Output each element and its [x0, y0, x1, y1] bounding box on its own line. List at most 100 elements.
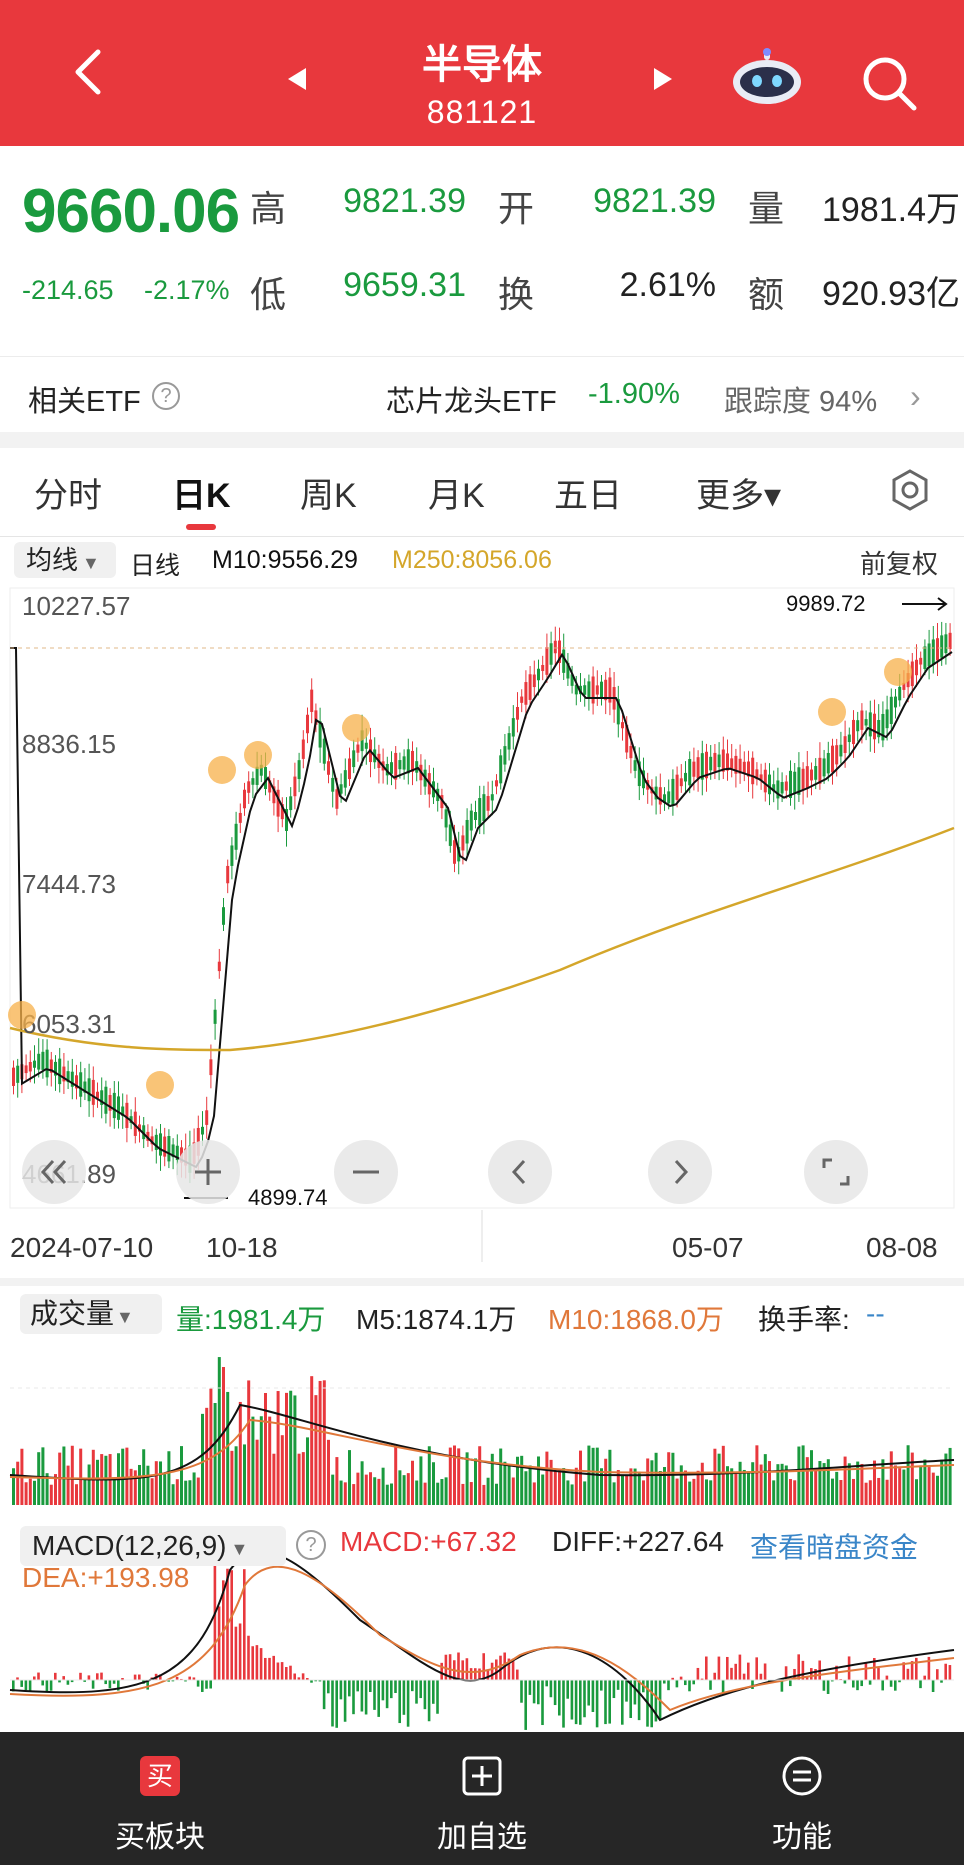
- adjust-mode[interactable]: 前复权: [860, 544, 938, 581]
- volume-bar: [348, 1450, 351, 1505]
- volume-bar: [637, 1471, 641, 1505]
- candle-body: [940, 635, 944, 658]
- macd-bar: [545, 1680, 548, 1687]
- help-icon[interactable]: ?: [296, 1530, 326, 1560]
- volume-m5: M5:1874.1万: [356, 1304, 517, 1335]
- macd-bar: [520, 1680, 523, 1703]
- functions-button[interactable]: 功能: [702, 1732, 902, 1865]
- volume-bar: [285, 1392, 288, 1505]
- volume-bar: [860, 1463, 864, 1505]
- volume-bar: [772, 1480, 776, 1505]
- macd-bar: [201, 1680, 204, 1692]
- candle-body: [847, 734, 851, 743]
- tab-monthly-k[interactable]: 月K: [428, 468, 485, 517]
- tab-intraday[interactable]: 分时: [34, 468, 102, 517]
- scroll-left-fast-button[interactable]: [22, 1140, 86, 1204]
- volume-bar: [646, 1458, 650, 1505]
- robot-icon[interactable]: [730, 48, 804, 108]
- fullscreen-button[interactable]: [804, 1140, 868, 1204]
- macd-bar: [398, 1680, 401, 1724]
- volume-bar: [507, 1465, 511, 1505]
- search-icon[interactable]: [858, 52, 920, 114]
- candle-body: [810, 769, 813, 781]
- volume-bar: [650, 1460, 654, 1505]
- etf-name[interactable]: 芯片龙头ETF: [386, 378, 557, 420]
- candle-body: [117, 1096, 120, 1120]
- macd-bar: [868, 1680, 872, 1685]
- tab-daily-k[interactable]: 日K: [172, 468, 231, 517]
- macd-selector[interactable]: MACD(12,26,9) ▼: [20, 1526, 286, 1566]
- macd-bar: [549, 1680, 553, 1698]
- macd-bar: [852, 1680, 855, 1688]
- candle-body: [894, 696, 897, 708]
- candle-body: [709, 756, 713, 771]
- settings-icon[interactable]: [888, 468, 932, 512]
- ma250-value: M250:8056.06: [392, 546, 552, 574]
- zoom-out-button[interactable]: [334, 1140, 398, 1204]
- high-price-marker: 9989.72: [786, 591, 866, 616]
- volume-bar: [759, 1464, 763, 1505]
- volume-bar: [415, 1480, 419, 1505]
- candle-body: [587, 681, 591, 699]
- dark-pool-link[interactable]: 查看暗盘资金: [750, 1526, 918, 1566]
- help-icon[interactable]: ?: [152, 382, 180, 410]
- volume-bar: [625, 1474, 629, 1505]
- macd-bar: [595, 1680, 599, 1728]
- volume-bar: [910, 1452, 914, 1505]
- y-axis-tick: 7444.73: [22, 869, 116, 899]
- add-watchlist-button[interactable]: 加自选: [382, 1732, 582, 1865]
- candle-body: [532, 674, 536, 688]
- volume-bar: [159, 1461, 162, 1505]
- ma-selector[interactable]: 均线 ▼: [14, 542, 116, 578]
- volume-bar: [591, 1447, 595, 1505]
- tab-five-day[interactable]: 五日: [554, 468, 622, 517]
- period-label: 日线: [130, 552, 181, 580]
- volume-bar: [889, 1451, 893, 1505]
- macd-bar: [415, 1680, 418, 1704]
- macd-bar: [625, 1680, 628, 1702]
- candle-body: [251, 778, 255, 785]
- macd-bar: [62, 1676, 65, 1680]
- macd-bar: [108, 1680, 112, 1689]
- next-arrow-icon[interactable]: [648, 64, 678, 94]
- tab-more[interactable]: 更多▾: [696, 468, 781, 517]
- volume-label: 量: [748, 188, 785, 229]
- date-label: 08-08: [866, 1232, 938, 1263]
- macd-bar: [436, 1680, 439, 1714]
- volume-bar: [196, 1477, 200, 1505]
- scroll-right-button[interactable]: [648, 1140, 712, 1204]
- volume-bar: [499, 1448, 503, 1505]
- zoom-in-button[interactable]: [176, 1140, 240, 1204]
- volume-bar: [167, 1451, 171, 1505]
- volume-bar: [175, 1479, 179, 1505]
- volume-m5-line: [9, 1403, 955, 1481]
- volume-selector-label: 成交量: [30, 1298, 115, 1329]
- volume-bar: [343, 1482, 347, 1505]
- volume-bar: [705, 1479, 708, 1505]
- volume-bar: [469, 1482, 473, 1505]
- candle-body: [889, 696, 893, 724]
- macd-bar: [196, 1680, 200, 1687]
- scroll-left-button[interactable]: [488, 1140, 552, 1204]
- macd-bar: [285, 1667, 288, 1680]
- candle-body: [58, 1058, 62, 1085]
- volume-bar: [234, 1446, 238, 1505]
- macd-bar: [579, 1680, 582, 1725]
- volume-bar: [482, 1484, 486, 1505]
- volume-bar: [587, 1445, 591, 1505]
- candle-body: [675, 774, 679, 800]
- candle-body: [864, 719, 868, 726]
- tab-weekly-k[interactable]: 周K: [300, 468, 357, 517]
- buy-sector-button[interactable]: 买 买板块: [60, 1732, 260, 1865]
- macd-bar: [663, 1680, 666, 1684]
- macd-bar: [33, 1676, 36, 1680]
- candle-body: [276, 789, 280, 817]
- candle-body: [923, 646, 927, 670]
- candle-body: [356, 744, 360, 753]
- macd-bar: [877, 1668, 880, 1680]
- chevron-right-icon[interactable]: ›: [910, 378, 921, 415]
- macd-bar: [272, 1655, 275, 1680]
- volume-bar: [16, 1461, 20, 1505]
- macd-bar: [335, 1680, 338, 1728]
- volume-selector[interactable]: 成交量 ▼: [20, 1294, 162, 1334]
